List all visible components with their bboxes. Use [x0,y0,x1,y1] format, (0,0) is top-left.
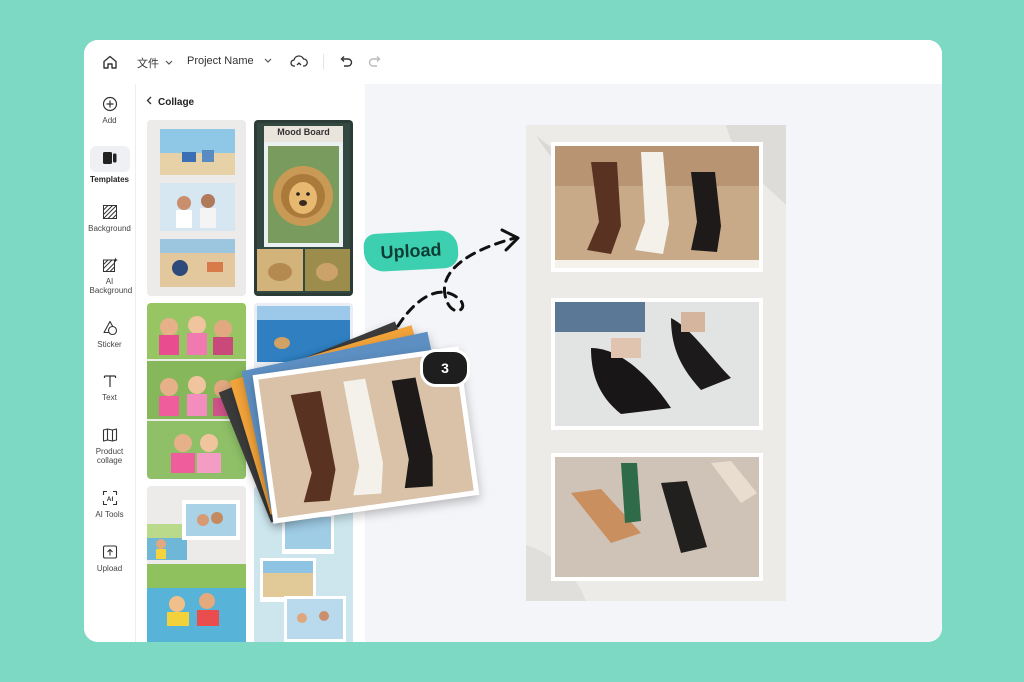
sidebar-item-templates[interactable]: Templates [84,146,135,184]
shoes-photo-3 [555,457,759,577]
collage-photo-1[interactable] [551,142,763,272]
chevron-down-icon [165,57,173,69]
redo-icon [366,53,384,71]
mood-board-title: Mood Board [277,127,330,137]
sidebar-item-ai-background[interactable]: AI Background [84,257,135,295]
left-sidebar: Add Templates Background AI Background S… [84,84,136,642]
template-thumbnail [147,500,246,642]
sidebar-item-add[interactable]: Add [84,96,135,125]
sidebar-item-label: Templates [90,175,129,184]
sidebar-item-sticker[interactable]: Sticker [84,320,135,349]
project-name: Project Name [187,55,254,67]
shoes-photo-2 [555,302,759,426]
background-icon [102,204,118,220]
sidebar-item-text[interactable]: Text [84,373,135,402]
project-name-menu[interactable]: Project Name [187,55,272,67]
template-mood-board[interactable]: Mood Board [254,120,353,296]
upload-callout-label: Upload [379,238,442,263]
home-button[interactable] [101,53,119,71]
collage-photo-2[interactable] [551,298,763,430]
undo-button[interactable] [337,53,355,71]
editor-window: 文件 Project Name Add Templates Background… [84,40,942,642]
sidebar-item-product-collage[interactable]: Product collage [84,427,135,465]
plus-circle-icon [102,96,118,112]
template-beach-collage[interactable] [147,120,246,296]
panel-title: Collage [158,96,195,108]
templates-icon [102,151,118,167]
undo-icon [337,53,355,71]
sidebar-item-label: Sticker [97,340,122,349]
sidebar-item-label: Product collage [95,447,124,465]
photo-count: 3 [441,360,449,376]
home-icon [101,53,119,71]
chevron-down-icon [264,55,272,67]
collage-photo-3[interactable] [551,453,763,581]
template-thumbnail [160,129,235,287]
panel-header: Collage [146,96,194,108]
sidebar-item-label: Text [102,393,117,402]
sidebar-item-background[interactable]: Background [84,204,135,233]
cloud-sync-icon [290,53,308,71]
file-menu-label: 文件 [137,58,159,70]
template-family-pool-collage[interactable] [147,486,246,642]
product-collage-icon [102,427,118,443]
file-menu[interactable]: 文件 [137,55,173,71]
upload-callout: Upload [363,229,459,273]
chevron-left-icon[interactable] [146,96,152,108]
sidebar-item-label: Background [88,224,131,233]
photo-count-badge: 3 [420,349,470,387]
redo-button[interactable] [366,53,384,71]
cloud-save-button[interactable] [290,53,308,71]
text-icon [102,373,118,389]
upload-icon [102,544,118,560]
sidebar-item-label: Add [102,116,117,125]
svg-text:AI: AI [106,496,113,503]
template-thumbnail [257,123,350,293]
sidebar-item-label: AI Background [89,277,133,295]
sidebar-item-ai-tools[interactable]: AI AI Tools [84,490,135,519]
top-toolbar: 文件 Project Name [84,40,942,85]
toolbar-divider [323,54,324,70]
ai-background-icon [102,257,118,273]
shoes-photo-1 [555,146,759,268]
collage-page[interactable] [526,125,786,601]
sticker-icon [102,320,118,336]
sidebar-item-upload[interactable]: Upload [84,544,135,573]
ai-tools-icon: AI [102,490,118,506]
sidebar-item-label: Upload [96,564,123,573]
sidebar-item-label: AI Tools [95,510,124,519]
